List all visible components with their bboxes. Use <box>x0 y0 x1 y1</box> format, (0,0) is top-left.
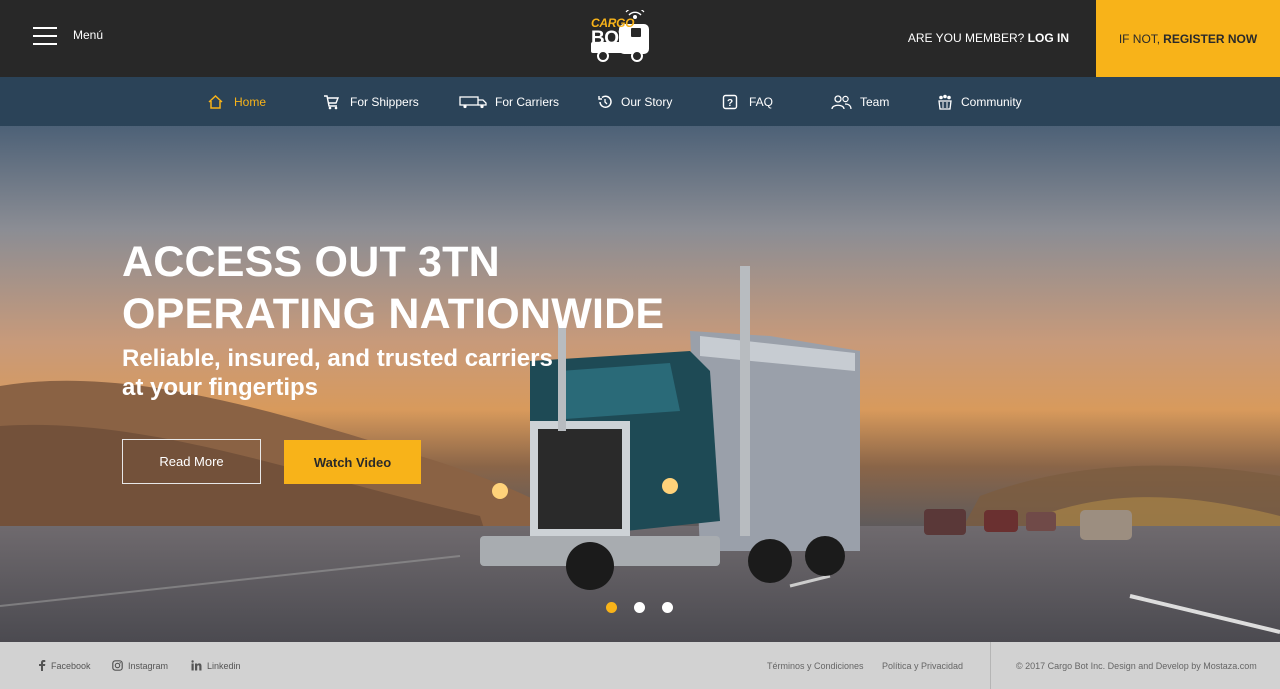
register-prefix: IF NOT, <box>1118 31 1161 46</box>
facebook-icon <box>39 660 46 671</box>
nav-label: For Shippers <box>350 94 419 109</box>
linkedin-link[interactable]: Linkedin <box>191 642 241 689</box>
instagram-link[interactable]: Instagram <box>112 642 168 689</box>
watch-video-button[interactable]: Watch Video <box>284 440 421 484</box>
login-link[interactable]: LOG IN <box>1028 31 1069 45</box>
privacy-link[interactable]: Política y Privacidad <box>882 642 963 689</box>
cargo-bot-logo[interactable]: CARGO BOT <box>589 7 655 64</box>
home-icon <box>208 94 223 109</box>
register-label: REGISTER NOW <box>1163 31 1258 46</box>
hero-headline-line2: OPERATING NATIONWIDE <box>122 290 665 338</box>
footer: Facebook Instagram Linkedin Términos y C… <box>0 642 1280 689</box>
slider-dots <box>606 602 673 613</box>
terms-link[interactable]: Términos y Condiciones <box>767 642 864 689</box>
linkedin-icon <box>191 660 202 671</box>
nav-label: FAQ <box>749 94 774 109</box>
nav-item-for-carriers[interactable]: For Carriers <box>459 77 559 126</box>
nav-item-home[interactable]: Home <box>207 77 266 126</box>
nav-item-for-shippers[interactable]: For Shippers <box>323 77 419 126</box>
main-nav: Home For Shippers For Carriers Our Story… <box>0 77 1280 126</box>
nav-label: Team <box>860 94 890 109</box>
hero-headline-line1: ACCESS OUT 3TN <box>122 238 500 286</box>
hero-sub-line2: at your fingertips <box>122 374 319 401</box>
nav-label: Our Story <box>621 94 673 109</box>
nav-item-community[interactable]: Community <box>937 77 1022 126</box>
slider-dot-2[interactable] <box>634 602 645 613</box>
linkedin-label: Linkedin <box>207 660 241 671</box>
hero-sub-line1: Reliable, insured, and trusted carriers <box>122 345 553 372</box>
slider-dot-1[interactable] <box>606 602 617 613</box>
facebook-link[interactable]: Facebook <box>38 642 91 689</box>
member-login: ARE YOU MEMBER? LOG IN <box>908 31 1069 45</box>
svg-text:?: ? <box>727 98 733 109</box>
nav-item-faq[interactable]: ? FAQ <box>722 77 773 126</box>
read-more-button[interactable]: Read More <box>122 439 261 484</box>
logo-text-bot: BOT <box>591 28 630 49</box>
instagram-icon <box>112 660 123 671</box>
hero-subheadline: Reliable, insured, and trusted carriers … <box>122 344 553 402</box>
footer-divider <box>990 642 991 689</box>
truck-icon <box>459 95 487 108</box>
hamburger-icon <box>33 26 57 45</box>
community-icon <box>938 94 952 110</box>
slider-dot-3[interactable] <box>662 602 673 613</box>
team-icon <box>831 94 852 109</box>
history-icon <box>598 95 612 108</box>
nav-item-team[interactable]: Team <box>830 77 889 126</box>
question-icon: ? <box>722 94 738 109</box>
copyright-text: © 2017 Cargo Bot Inc. Design and Develop… <box>1016 660 1257 671</box>
nav-label: Home <box>234 94 267 109</box>
hero-headline: ACCESS OUT 3TN OPERATING NATIONWIDE <box>122 236 664 340</box>
cart-icon <box>324 94 340 109</box>
top-header: Menú CARGO BOT ARE YOU MEMBER? LOG IN IF… <box>0 0 1280 77</box>
instagram-label: Instagram <box>128 660 169 671</box>
register-button[interactable]: IF NOT, REGISTER NOW <box>1096 0 1280 77</box>
hero-slider: ACCESS OUT 3TN OPERATING NATIONWIDE Reli… <box>0 126 1280 642</box>
menu-label: Menú <box>73 28 104 42</box>
nav-label: Community <box>961 94 1022 109</box>
member-prompt: ARE YOU MEMBER? <box>907 31 1025 45</box>
nav-item-our-story[interactable]: Our Story <box>597 77 672 126</box>
nav-label: For Carriers <box>495 94 560 109</box>
facebook-label: Facebook <box>51 660 91 671</box>
menu-button[interactable]: Menú <box>33 26 104 45</box>
